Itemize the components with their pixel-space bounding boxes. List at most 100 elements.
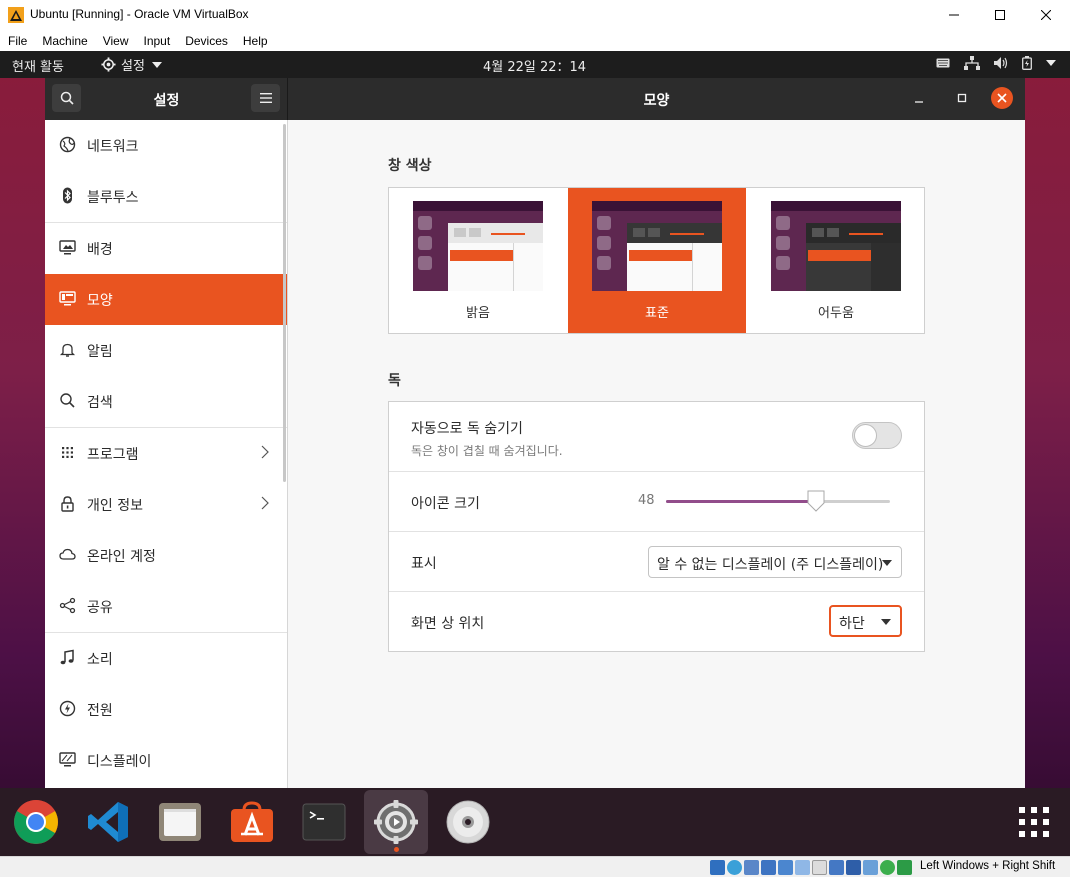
shared-folders-icon[interactable]	[795, 860, 810, 875]
virtualbox-statusbar: Left Windows + Right Shift	[0, 856, 1070, 877]
icon-size-row: 아이콘 크기 48	[389, 472, 924, 532]
window-maximize-button[interactable]	[955, 88, 969, 112]
vm-icon[interactable]	[846, 860, 861, 875]
gear-icon	[101, 57, 116, 72]
show-on-row: 표시 알 수 없는 디스플레이 (주 디스플레이)	[389, 532, 924, 592]
autohide-label: 자동으로 독 숨기기	[411, 421, 523, 437]
sidebar-item-label: 전원	[87, 703, 113, 719]
icon-size-slider[interactable]	[666, 490, 890, 512]
sidebar-item-label: 프로그램	[87, 447, 139, 463]
optical-drive-icon[interactable]	[727, 860, 742, 875]
menu-button[interactable]	[251, 84, 280, 112]
sidebar-item-sound[interactable]: 소리	[45, 633, 287, 684]
menu-devices[interactable]: Devices	[185, 34, 228, 48]
chevron-right-icon	[261, 496, 269, 510]
keyboard-icon	[936, 58, 950, 68]
theme-option-standard[interactable]: 표준	[568, 188, 746, 333]
menu-file[interactable]: File	[8, 34, 27, 48]
virtualbox-titlebar: Ubuntu [Running] - Oracle VM VirtualBox	[0, 0, 1070, 30]
sidebar-item-network[interactable]: 네트워크	[45, 120, 287, 171]
slider-handle[interactable]	[806, 490, 826, 512]
network-adapter-icon[interactable]	[761, 860, 776, 875]
theme-option-dark[interactable]: 어두움	[747, 188, 925, 333]
usb-icon[interactable]	[778, 860, 793, 875]
sidebar-item-label: 공유	[87, 600, 113, 616]
apps-grid-icon	[62, 447, 73, 458]
position-value: 하단	[839, 616, 865, 632]
maximize-button[interactable]	[977, 0, 1023, 30]
dock-app-chrome[interactable]	[4, 790, 68, 854]
minimize-icon	[949, 14, 959, 16]
virtualbox-menubar: File Machine View Input Devices Help	[0, 30, 1070, 51]
clock[interactable]: 4월 22일 22：14	[483, 56, 586, 75]
dock-app-terminal[interactable]	[292, 790, 356, 854]
autohide-row[interactable]: 자동으로 독 숨기기 독은 창이 겹칠 때 숨겨집니다.	[389, 402, 924, 472]
autohide-switch[interactable]	[852, 422, 902, 449]
dock-app-settings[interactable]	[364, 790, 428, 854]
menu-view[interactable]: View	[103, 34, 129, 48]
menu-machine[interactable]: Machine	[42, 34, 87, 48]
sidebar-item-label: 배경	[87, 242, 113, 258]
sidebar-item-background[interactable]: 배경	[45, 223, 287, 274]
headerbar: 설정 모양	[45, 78, 1025, 120]
theme-light-preview	[413, 201, 543, 291]
close-button[interactable]	[1023, 0, 1069, 30]
sidebar-item-online-accounts[interactable]: 온라인 계정	[45, 530, 287, 581]
sidebar-item-power[interactable]: 전원	[45, 684, 287, 735]
dock-heading: 독	[388, 373, 401, 389]
chrome-icon	[14, 800, 58, 844]
sidebar-item-notifications[interactable]: 알림	[45, 325, 287, 376]
theme-option-light[interactable]: 밝음	[389, 188, 567, 333]
sidebar-item-bluetooth[interactable]: 블루투스	[45, 171, 287, 222]
dock-app-software[interactable]	[220, 790, 284, 854]
sidebar-scrollbar[interactable]	[283, 124, 286, 482]
network-icon	[964, 56, 980, 70]
dropdown-arrow-icon	[881, 619, 891, 625]
sidebar-header: 설정	[45, 78, 288, 120]
keyboard-capture-icon[interactable]	[897, 860, 912, 875]
sidebar-item-search[interactable]: 검색	[45, 376, 287, 427]
hdd-icon[interactable]	[710, 860, 725, 875]
sidebar-item-sharing[interactable]: 공유	[45, 581, 287, 632]
theme-name: 표준	[645, 306, 669, 321]
theme-dark-preview	[771, 201, 901, 291]
app-menu[interactable]: 설정	[101, 55, 162, 74]
cloud-icon	[59, 548, 76, 560]
sidebar-item-privacy[interactable]: 개인 정보	[45, 479, 287, 530]
dock-app-disc[interactable]	[436, 790, 500, 854]
window-minimize-button[interactable]	[913, 88, 925, 112]
theme-name: 어두움	[818, 306, 854, 321]
video-capture-icon[interactable]	[829, 860, 844, 875]
sidebar-item-label: 온라인 계정	[87, 549, 156, 565]
dock-app-vscode[interactable]	[76, 790, 140, 854]
volume-icon	[994, 57, 1008, 69]
activities-button[interactable]: 현재 활동	[12, 56, 64, 75]
audio-icon[interactable]	[744, 860, 759, 875]
sidebar-item-displays[interactable]: 디스플레이	[45, 735, 287, 786]
sidebar-item-label: 개인 정보	[87, 498, 143, 514]
minimize-icon	[915, 101, 923, 103]
cpu-icon[interactable]	[863, 860, 878, 875]
menu-input[interactable]: Input	[144, 34, 171, 48]
position-dropdown[interactable]: 하단	[829, 605, 902, 637]
display-status-icon[interactable]	[812, 860, 827, 875]
chevron-right-icon	[261, 445, 269, 459]
sidebar-item-applications[interactable]: 프로그램	[45, 428, 287, 479]
sidebar-item-label: 알림	[87, 344, 113, 360]
disc-icon	[446, 800, 490, 844]
menu-help[interactable]: Help	[243, 34, 268, 48]
dock-app-files[interactable]	[148, 790, 212, 854]
host-key-label: Left Windows + Right Shift	[920, 860, 1056, 872]
window-close-button[interactable]	[991, 87, 1013, 109]
theme-selector: 밝음 표준 어두움	[388, 187, 925, 334]
sidebar-item-appearance[interactable]: 모양	[45, 274, 287, 325]
system-tray[interactable]	[936, 56, 1056, 70]
window-colors-heading: 창 색상	[388, 158, 432, 174]
files-icon	[159, 803, 201, 841]
mouse-integration-icon[interactable]	[880, 860, 895, 875]
show-applications-button[interactable]	[1002, 790, 1066, 854]
minimize-button[interactable]	[931, 0, 977, 30]
maximize-icon	[957, 93, 967, 103]
show-on-dropdown[interactable]: 알 수 없는 디스플레이 (주 디스플레이)	[648, 546, 902, 578]
chevron-down-icon	[1046, 60, 1056, 66]
